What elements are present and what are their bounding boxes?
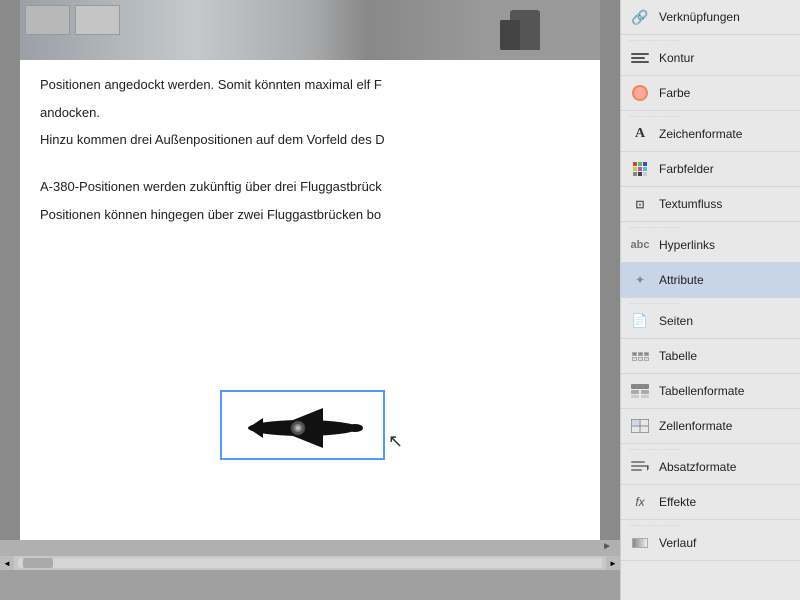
sidebar-label-farbfelder: Farbfelder: [659, 162, 792, 176]
text-line-4: A-380-Positionen werden zukünftig über d…: [40, 177, 580, 197]
sidebar: 🔗 Verknüpfungen Kontur Farbe A Zeichenfo…: [620, 0, 800, 600]
absatzformate-icon: [629, 456, 651, 478]
sidebar-label-farbe: Farbe: [659, 86, 792, 100]
sidebar-label-verknuepfungen: Verknüpfungen: [659, 10, 792, 24]
sidebar-item-tabellenformate[interactable]: Tabellenformate: [621, 374, 800, 409]
sidebar-item-farbfelder[interactable]: Farbfelder: [621, 152, 800, 187]
text-line-3: Hinzu kommen drei Außenpositionen auf de…: [40, 130, 580, 150]
kontur-icon: [629, 47, 651, 69]
sidebar-item-verknuepfungen[interactable]: 🔗 Verknüpfungen: [621, 0, 800, 35]
seiten-icon: 📄: [629, 310, 651, 332]
sidebar-label-absatzformate: Absatzformate: [659, 460, 792, 474]
scrollbar-thumb[interactable]: [23, 558, 53, 568]
verlauf-icon: [629, 532, 651, 554]
sidebar-item-kontur[interactable]: Kontur: [621, 41, 800, 76]
chain-icon: 🔗: [629, 6, 651, 28]
sidebar-item-tabelle[interactable]: Tabelle: [621, 339, 800, 374]
bottom-gray-bar: [0, 570, 620, 600]
hyperlinks-icon: abc: [629, 234, 651, 256]
scroll-left-button[interactable]: ◄: [0, 556, 14, 570]
tabellenformate-icon: [629, 380, 651, 402]
sidebar-item-attribute[interactable]: ✦ Attribute: [621, 263, 800, 298]
sidebar-label-kontur: Kontur: [659, 51, 792, 65]
sidebar-item-zeichenformate[interactable]: A Zeichenformate: [621, 117, 800, 152]
farbe-icon: [629, 82, 651, 104]
image-thumb-2: [75, 5, 120, 35]
sidebar-item-verlauf[interactable]: Verlauf: [621, 526, 800, 561]
document-text-area: Positionen angedockt werden. Somit könnt…: [20, 60, 600, 247]
sidebar-item-farbe[interactable]: Farbe: [621, 76, 800, 111]
sidebar-item-absatzformate[interactable]: Absatzformate: [621, 450, 800, 485]
page-arrow: ►: [602, 541, 612, 552]
sidebar-label-tabelle: Tabelle: [659, 349, 792, 363]
sidebar-item-effekte[interactable]: fx Effekte: [621, 485, 800, 520]
image-thumb-1: [25, 5, 70, 35]
sidebar-label-textumfluss: Textumfluss: [659, 197, 792, 211]
image-strip: [20, 0, 600, 60]
zeichenformate-icon: A: [629, 123, 651, 145]
sidebar-label-effekte: Effekte: [659, 495, 792, 509]
sidebar-label-hyperlinks: Hyperlinks: [659, 238, 792, 252]
attribute-icon: ✦: [629, 269, 651, 291]
sidebar-item-zellenformate[interactable]: Zellenformate: [621, 409, 800, 444]
textumfluss-icon: ⊡: [629, 193, 651, 215]
cursor: ↖: [388, 431, 403, 452]
document-page: Positionen angedockt werden. Somit könnt…: [20, 0, 600, 540]
farbfelder-icon: [629, 158, 651, 180]
sidebar-label-verlauf: Verlauf: [659, 536, 792, 550]
text-line-5: Positionen können hingegen über zwei Flu…: [40, 205, 580, 225]
text-line-1: Positionen angedockt werden. Somit könnt…: [40, 75, 580, 95]
sidebar-label-zeichenformate: Zeichenformate: [659, 127, 792, 141]
scroll-right-button[interactable]: ►: [606, 556, 620, 570]
sidebar-item-hyperlinks[interactable]: abc Hyperlinks: [621, 228, 800, 263]
page-area: Positionen angedockt werden. Somit könnt…: [0, 0, 620, 540]
effekte-icon: fx: [629, 491, 651, 513]
bottom-scrollbar[interactable]: ◄ ►: [0, 556, 620, 570]
text-line-2: andocken.: [40, 103, 580, 123]
sidebar-label-tabellenformate: Tabellenformate: [659, 384, 792, 398]
scrollbar-track[interactable]: [18, 558, 602, 568]
tabelle-icon: [629, 345, 651, 367]
sidebar-item-seiten[interactable]: 📄 Seiten: [621, 304, 800, 339]
sidebar-label-zellenformate: Zellenformate: [659, 419, 792, 433]
airplane-svg: [233, 398, 373, 453]
main-content: Positionen angedockt werden. Somit könnt…: [0, 0, 620, 600]
zellenformate-icon: [629, 415, 651, 437]
sidebar-label-seiten: Seiten: [659, 314, 792, 328]
sidebar-label-attribute: Attribute: [659, 273, 792, 287]
sidebar-item-textumfluss[interactable]: ⊡ Textumfluss: [621, 187, 800, 222]
selected-image[interactable]: [220, 390, 385, 460]
